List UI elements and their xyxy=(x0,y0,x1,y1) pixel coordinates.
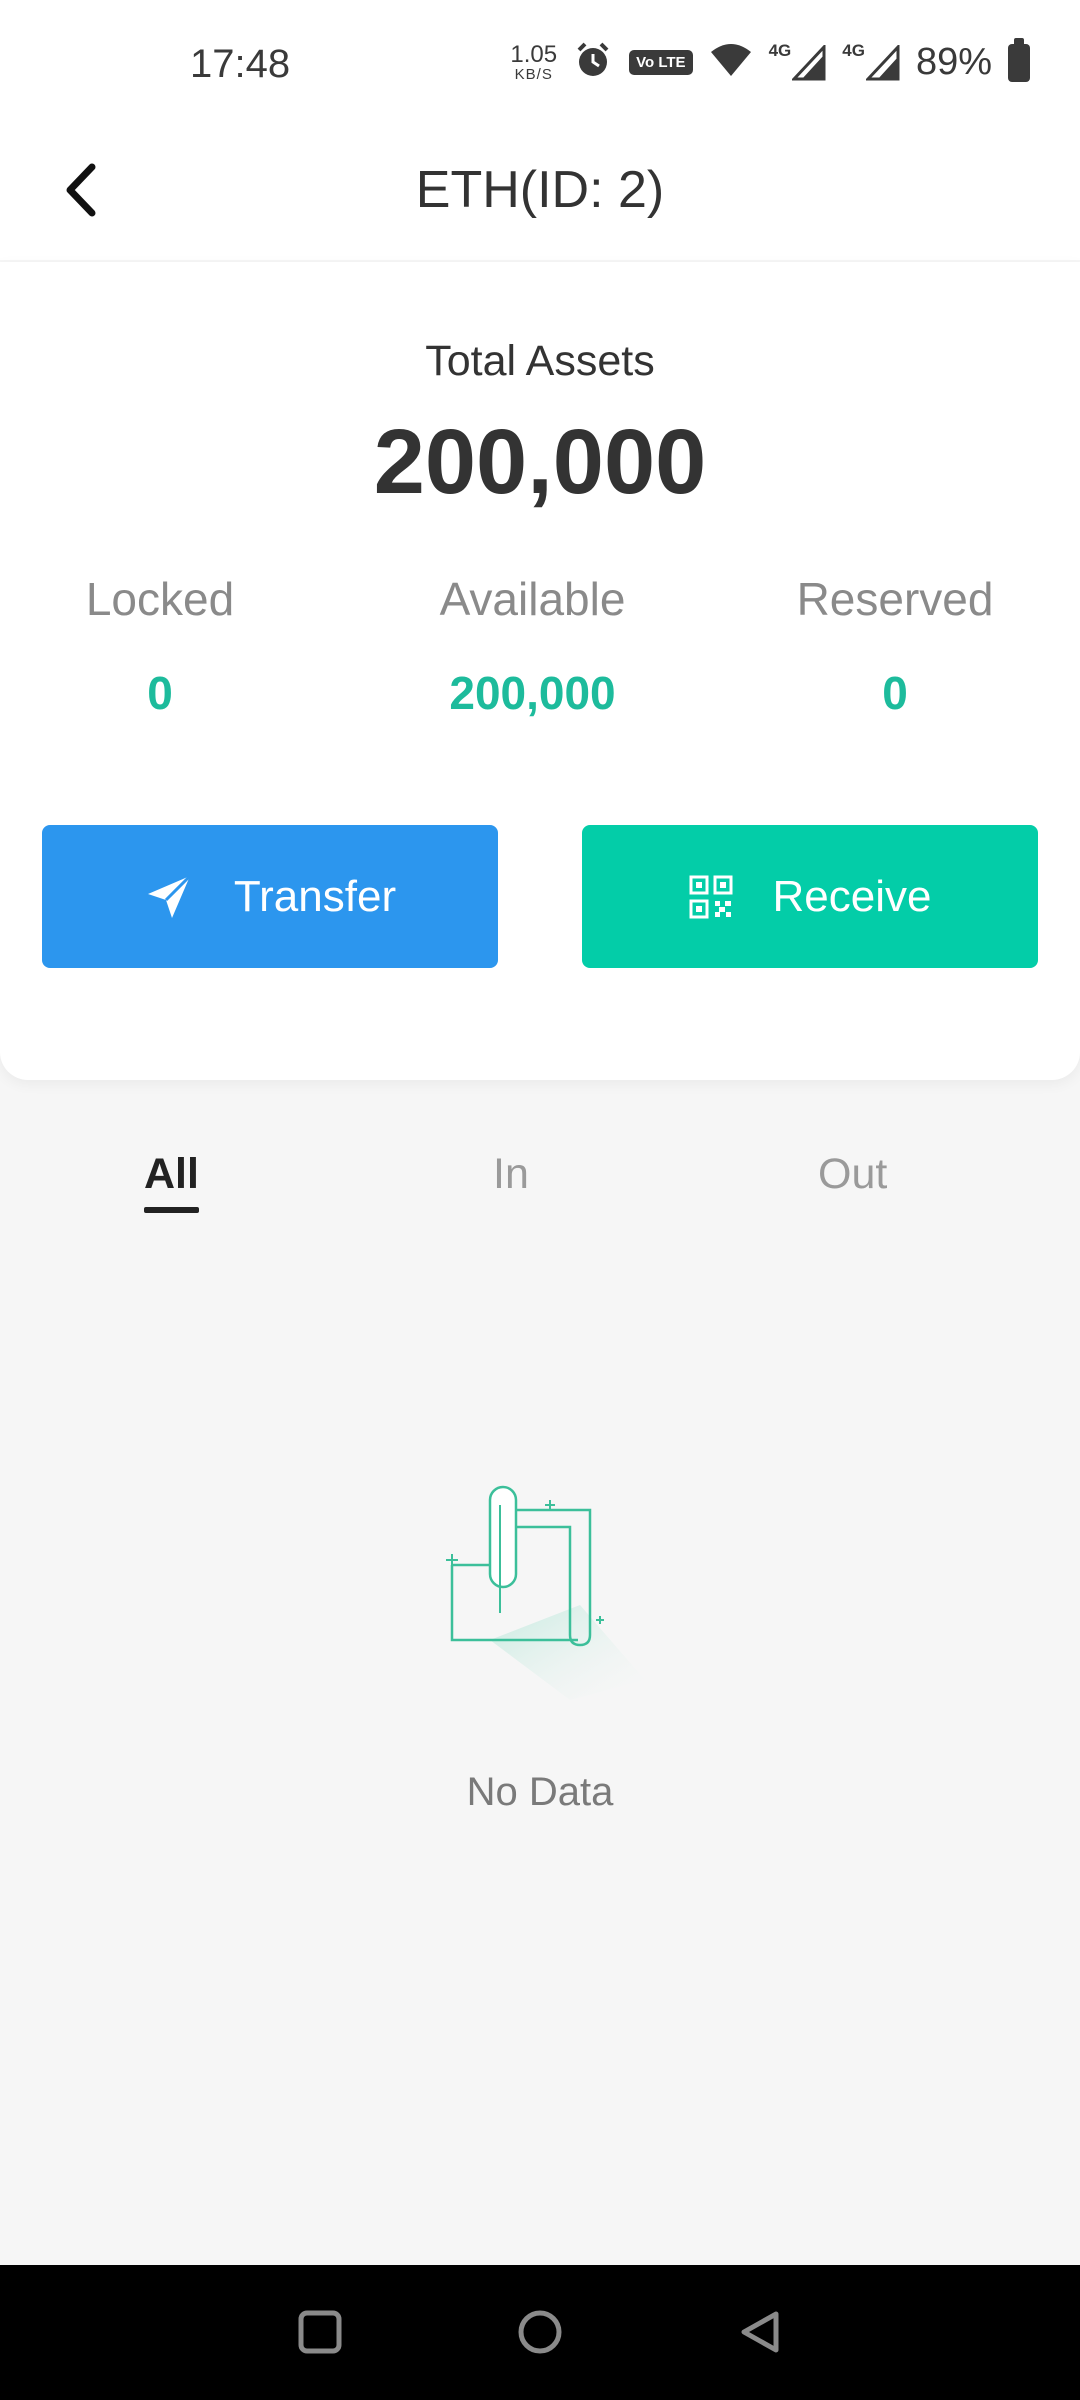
locked-stat: Locked 0 xyxy=(60,572,260,720)
total-assets-label: Total Assets xyxy=(425,337,655,385)
tab-in[interactable]: In xyxy=(493,1150,529,1199)
square-icon xyxy=(298,2310,342,2354)
volte-icon: Vo LTE xyxy=(629,50,693,75)
available-label: Available xyxy=(439,573,626,625)
sim1-network-label: 4G xyxy=(768,40,792,60)
receive-button[interactable]: Receive xyxy=(582,825,1038,968)
network-speed-value: 1.05 xyxy=(510,41,558,68)
tab-all[interactable]: All xyxy=(144,1150,199,1213)
triangle-back-icon xyxy=(741,2311,779,2353)
page-title: ETH(ID: 2) xyxy=(415,161,665,219)
wifi-icon xyxy=(709,42,753,83)
network-speed-unit: KB/S xyxy=(514,66,553,83)
tab-out[interactable]: Out xyxy=(818,1150,887,1199)
reserved-stat: Reserved 0 xyxy=(770,572,1020,720)
network-speed: 1.05 KB/S xyxy=(510,41,558,83)
nav-back-button[interactable] xyxy=(725,2297,795,2367)
recents-button[interactable] xyxy=(285,2297,355,2367)
status-bar: 17:48 1.05 KB/S Vo LTE 4G 4G 89% xyxy=(0,0,1080,130)
home-button[interactable] xyxy=(505,2297,575,2367)
qr-code-icon xyxy=(689,875,733,918)
transfer-button[interactable]: Transfer xyxy=(42,825,498,968)
app-header: ETH(ID: 2) xyxy=(0,130,1080,260)
empty-document-icon xyxy=(430,1465,660,1725)
transaction-tabs: All In Out xyxy=(0,1130,1080,1230)
available-value: 200,000 xyxy=(449,667,616,719)
reserved-value: 0 xyxy=(882,667,908,719)
locked-value: 0 xyxy=(147,667,173,719)
transfer-label: Transfer xyxy=(233,871,397,921)
battery-percent: 89% xyxy=(915,41,992,83)
locked-label: Locked xyxy=(85,573,235,625)
total-assets-value: 200,000 xyxy=(373,411,707,513)
circle-icon xyxy=(518,2310,562,2354)
alarm-icon xyxy=(573,40,613,85)
battery-icon xyxy=(1008,37,1030,82)
status-time: 17:48 xyxy=(190,42,291,86)
assets-card: Total Assets 200,000 Locked 0 Available … xyxy=(0,262,1080,1080)
reserved-label: Reserved xyxy=(796,573,994,625)
status-icons: 1.05 KB/S Vo LTE 4G 4G 89% xyxy=(510,37,1030,85)
empty-state-text: No Data xyxy=(466,1770,614,1814)
system-nav-bar xyxy=(0,2265,1080,2400)
receive-label: Receive xyxy=(772,871,932,921)
available-stat: Available 200,000 xyxy=(400,572,665,720)
signal-sim2-icon: 4G xyxy=(842,41,900,81)
paper-plane-icon xyxy=(147,874,191,918)
signal-sim1-icon: 4G xyxy=(769,41,827,81)
sim2-network-label: 4G xyxy=(842,40,865,60)
